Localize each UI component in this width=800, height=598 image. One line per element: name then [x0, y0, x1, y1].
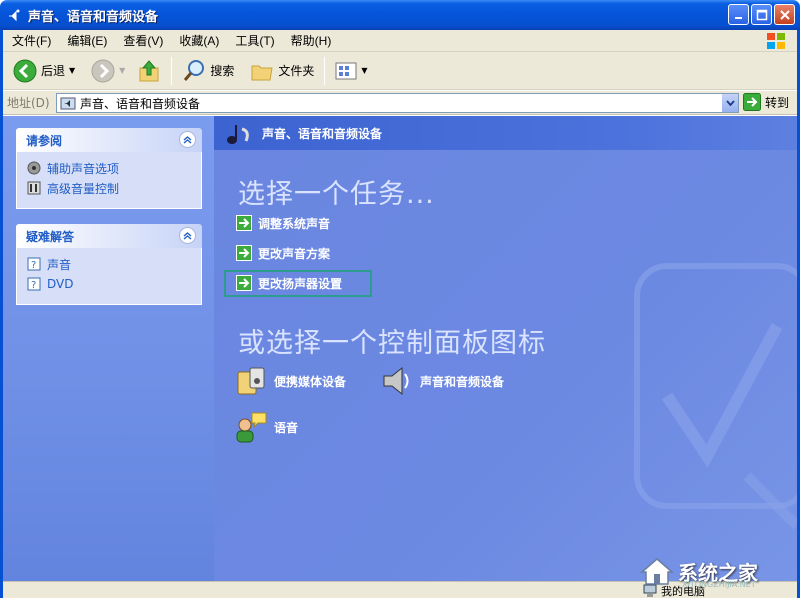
- menu-tools[interactable]: 工具(T): [226, 32, 281, 49]
- link-troubleshoot-dvd[interactable]: ? DVD: [27, 274, 191, 294]
- green-arrow-icon: [236, 245, 252, 261]
- main-pane: 声音、语音和音频设备 选择一个任务... 调整系统声音 更改声音方案 更改扬声器…: [214, 116, 797, 581]
- task-label: 更改声音方案: [258, 246, 331, 261]
- see-also-header[interactable]: 请参阅: [16, 128, 202, 152]
- cp-portable-media-devices[interactable]: 便携媒体设备: [234, 364, 346, 398]
- search-label: 搜索: [210, 64, 235, 78]
- link-label: 高级音量控制: [47, 181, 120, 196]
- troubleshoot-header[interactable]: 疑难解答: [16, 224, 202, 248]
- help-icon: ?: [27, 277, 41, 291]
- help-icon: ?: [27, 257, 41, 271]
- task-change-speaker-settings[interactable]: 更改扬声器设置: [236, 273, 342, 293]
- views-icon: [335, 62, 357, 79]
- close-button[interactable]: [774, 4, 795, 25]
- title-bar[interactable]: 声音、语音和音频设备: [0, 0, 800, 30]
- task-label: 更改扬声器设置: [258, 276, 343, 291]
- menu-view[interactable]: 查看(V): [114, 32, 170, 49]
- go-button[interactable]: 转到: [743, 93, 789, 111]
- forward-button[interactable]: ▼: [87, 56, 129, 86]
- troubleshoot-title: 疑难解答: [26, 229, 75, 244]
- my-computer-icon: [643, 584, 657, 597]
- collapse-icon[interactable]: [179, 227, 196, 244]
- address-input[interactable]: 声音、语音和音频设备: [56, 93, 739, 113]
- up-folder-button[interactable]: [133, 56, 165, 86]
- task-adjust-system-sound[interactable]: 调整系统声音: [236, 213, 330, 233]
- cp-sound-audio-devices[interactable]: 声音和音频设备: [380, 364, 504, 398]
- toolbar: 后退 ▼ ▼ 搜索 文件夹 ▼: [3, 52, 797, 90]
- folder-icon: [251, 65, 273, 80]
- menu-edit[interactable]: 编辑(E): [58, 32, 114, 49]
- toolbar-separator: [171, 56, 173, 85]
- address-bar: 地址(D) 声音、语音和音频设备 转到: [3, 91, 797, 115]
- minimize-button[interactable]: [728, 4, 749, 25]
- minimize-icon: [734, 16, 742, 19]
- speech-person-icon: [236, 412, 267, 443]
- menu-bar: 文件(F) 编辑(E) 查看(V) 收藏(A) 工具(T) 帮助(H): [3, 30, 797, 52]
- see-also-title: 请参阅: [26, 133, 63, 148]
- speaker-icon: [383, 366, 409, 396]
- svg-text:?: ?: [31, 260, 36, 271]
- folders-label: 文件夹: [278, 64, 315, 78]
- address-value: 声音、语音和音频设备: [80, 96, 201, 111]
- windows-logo-icon: [761, 31, 791, 51]
- address-label: 地址(D): [7, 96, 50, 110]
- window-title: 声音、语音和音频设备: [28, 9, 159, 25]
- menu-favorites[interactable]: 收藏(A): [170, 32, 226, 49]
- svg-text:?: ?: [31, 280, 36, 291]
- forward-arrow-icon: [91, 59, 115, 82]
- cp-speech[interactable]: 语音: [234, 410, 298, 444]
- close-icon: [779, 9, 790, 20]
- house-logo-icon: [640, 558, 674, 585]
- search-button[interactable]: 搜索: [178, 56, 238, 86]
- collapse-icon[interactable]: [179, 131, 196, 148]
- task-label: 调整系统声音: [258, 216, 331, 231]
- chevron-down-icon: [725, 100, 735, 106]
- back-label: 后退: [41, 64, 66, 78]
- pick-icon-heading: 或选择一个控制面板图标: [238, 328, 546, 359]
- brand-url: XITONGZHIJIA.NET: [682, 580, 756, 589]
- speaker-icon: [27, 161, 41, 175]
- back-arrow-icon: [13, 59, 37, 82]
- cp-label: 声音和音频设备: [420, 374, 505, 389]
- views-button[interactable]: ▼: [331, 56, 371, 86]
- link-accessibility-sound[interactable]: 辅助声音选项: [27, 158, 191, 178]
- link-label: DVD: [47, 277, 74, 291]
- pick-task-heading: 选择一个任务...: [238, 179, 435, 210]
- portable-media-icon: [237, 367, 265, 395]
- troubleshoot-panel: 疑难解答 ? 声音 ? DVD: [16, 224, 202, 305]
- toolbar-separator-2: [324, 56, 326, 85]
- green-arrow-icon: [236, 275, 252, 291]
- link-label: 辅助声音选项: [47, 161, 120, 176]
- main-header-title: 声音、语音和音频设备: [262, 126, 383, 141]
- forward-dropdown-icon[interactable]: ▼: [119, 66, 125, 75]
- music-note-icon: [227, 125, 249, 144]
- link-label: 声音: [47, 257, 72, 272]
- maximize-button[interactable]: [751, 4, 772, 25]
- link-advanced-volume[interactable]: 高级音量控制: [27, 178, 191, 198]
- volume-control-icon: [27, 181, 41, 195]
- search-icon: [184, 59, 205, 81]
- go-label: 转到: [765, 95, 790, 110]
- views-dropdown-icon[interactable]: ▼: [361, 66, 367, 75]
- back-dropdown-icon[interactable]: ▼: [69, 66, 75, 75]
- folders-button[interactable]: 文件夹: [246, 56, 318, 86]
- link-troubleshoot-sound[interactable]: ? 声音: [27, 254, 191, 274]
- address-dropdown-button[interactable]: [721, 94, 738, 112]
- task-pane: 请参阅 辅助声音选项 高级音量控制 疑难解答 ? 声音 ? DVD: [3, 116, 214, 581]
- sound-folder-icon: [6, 7, 22, 23]
- green-arrow-icon: [236, 215, 252, 231]
- up-folder-icon: [139, 59, 159, 81]
- see-also-panel: 请参阅 辅助声音选项 高级音量控制: [16, 128, 202, 209]
- maximize-icon: [756, 9, 767, 20]
- cp-label: 语音: [274, 420, 299, 435]
- task-change-sound-scheme[interactable]: 更改声音方案: [236, 243, 330, 263]
- sound-folder-icon: [60, 97, 76, 110]
- menu-help[interactable]: 帮助(H): [282, 32, 339, 49]
- watermark-checkmark-icon: [634, 263, 797, 530]
- cp-label: 便携媒体设备: [274, 374, 347, 389]
- back-button[interactable]: 后退 ▼: [9, 56, 79, 86]
- menu-file[interactable]: 文件(F): [3, 32, 58, 49]
- main-header: 声音、语音和音频设备: [214, 116, 797, 150]
- go-arrow-icon: [743, 93, 761, 111]
